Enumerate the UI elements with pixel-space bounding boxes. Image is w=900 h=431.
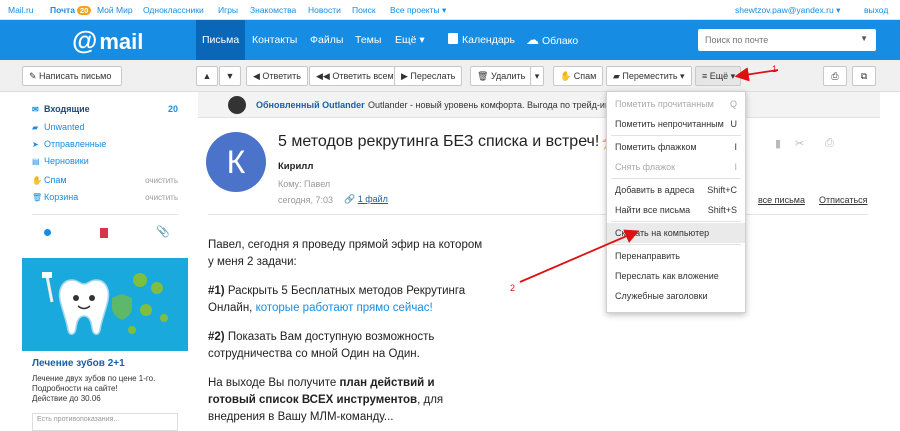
- annotation-label-1: 1: [772, 64, 778, 74]
- annotation-label-2: 2: [510, 283, 516, 293]
- annotation-arrow-2: [519, 229, 640, 283]
- annotation-arrows: [519, 67, 779, 283]
